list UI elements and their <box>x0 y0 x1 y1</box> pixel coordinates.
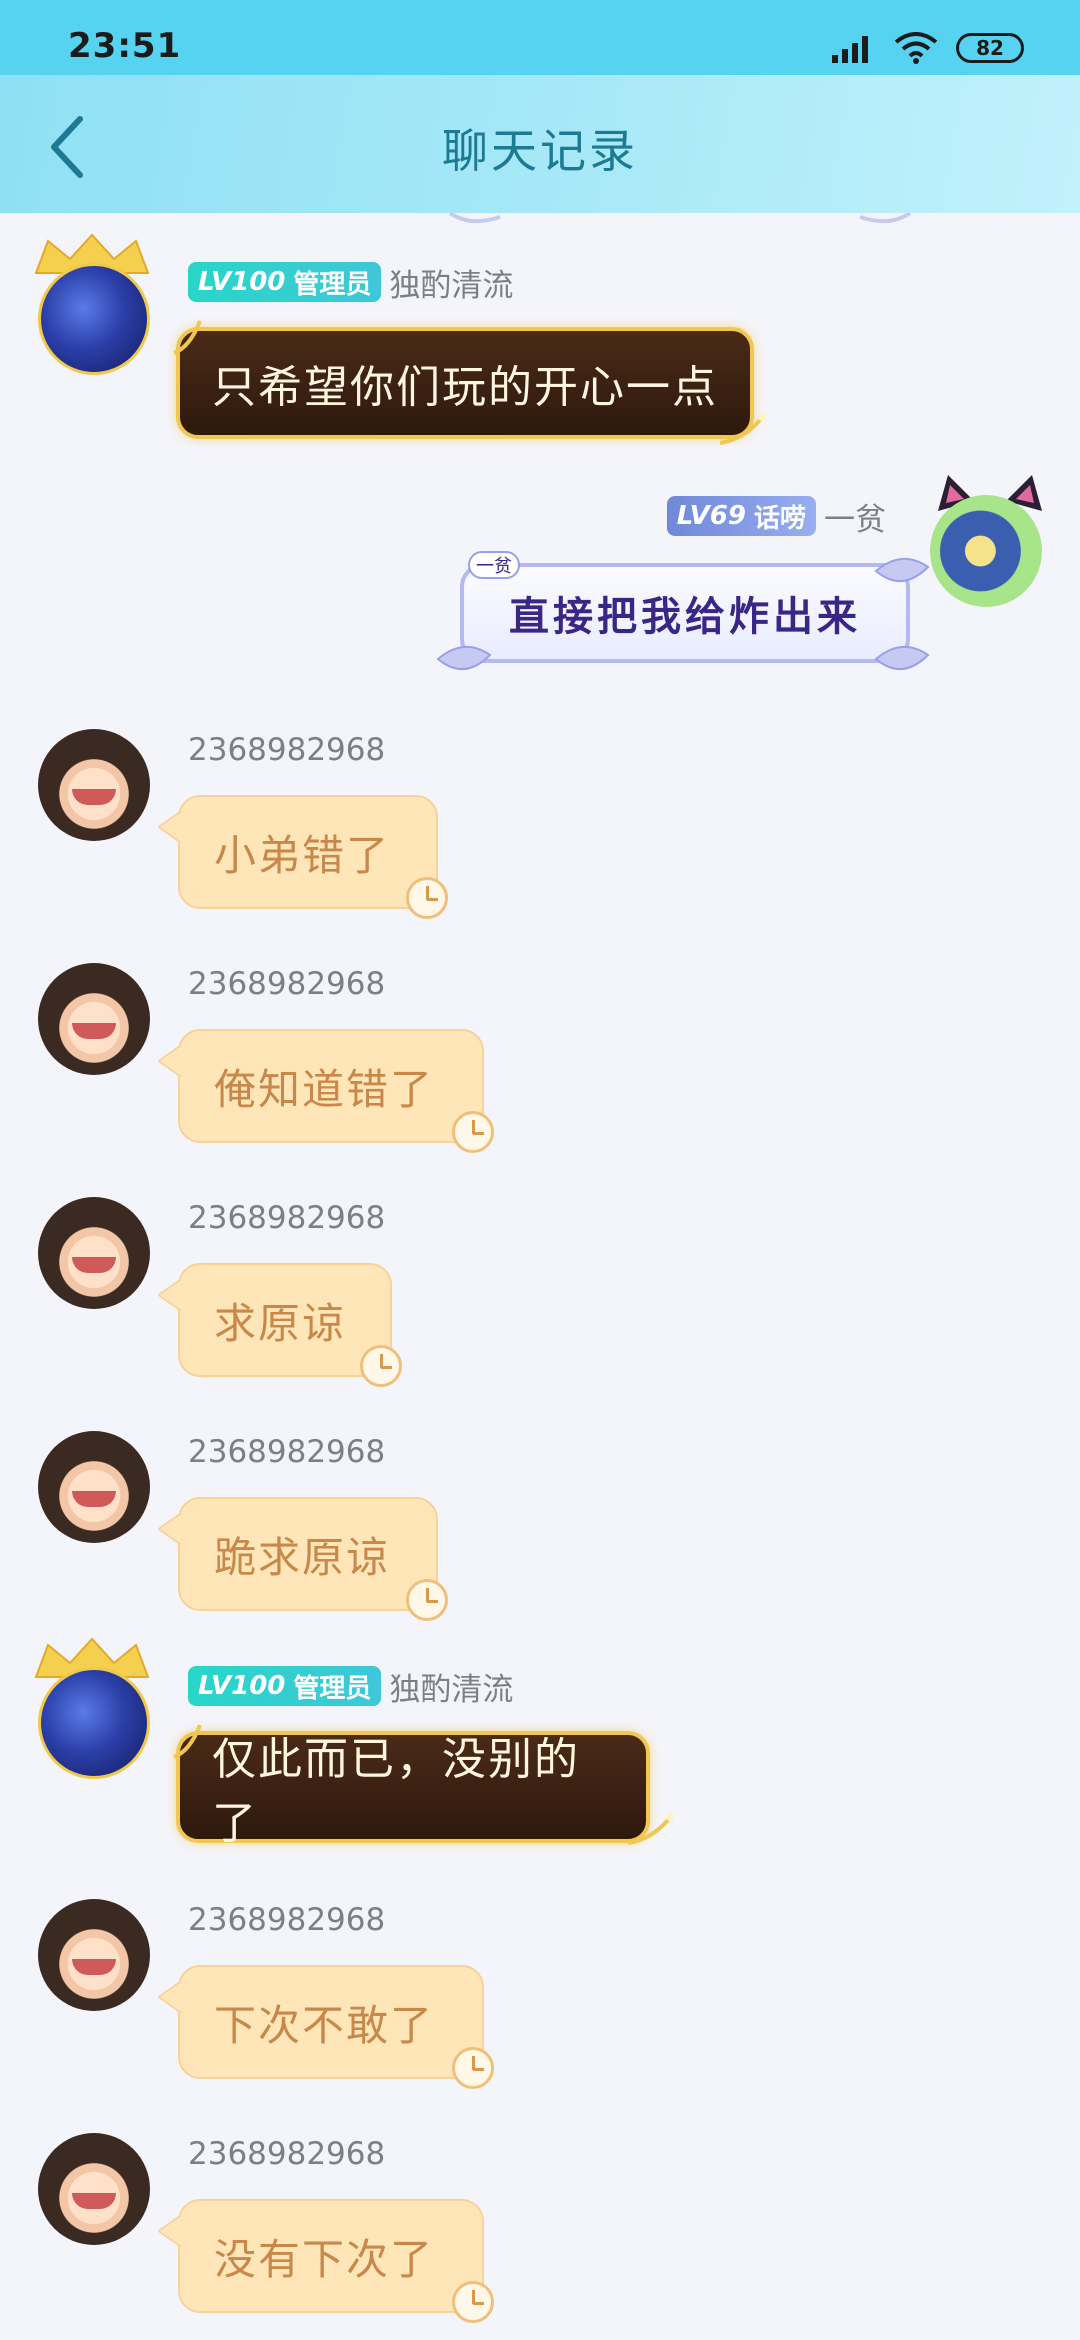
sender-row: 2368982968 <box>188 2133 385 2175</box>
role-label: 话唠 <box>753 503 806 534</box>
sender-row: 2368982968 <box>188 963 385 1005</box>
clock-icon <box>406 1579 448 1621</box>
sender-name[interactable]: 2368982968 <box>188 1200 385 1236</box>
avatar[interactable] <box>38 1431 150 1543</box>
sender-name[interactable]: 一贫 <box>824 494 886 539</box>
role-label: 管理员 <box>293 269 372 300</box>
sender-row: 2368982968 <box>188 1197 385 1239</box>
message-bubble[interactable]: 只希望你们玩的开心一点 <box>176 327 754 439</box>
avatar[interactable] <box>38 1899 150 2011</box>
status-time: 23:51 <box>68 26 182 66</box>
header-bar: 聊天记录 <box>0 75 1080 213</box>
bubble-tag: 一贫 <box>468 551 520 579</box>
sender-name[interactable]: 2368982968 <box>188 2136 385 2172</box>
clock-icon <box>452 2281 494 2323</box>
sender-row: LV100 管理员 独酌清流 <box>188 260 513 305</box>
sparkle-icon <box>173 1724 202 1759</box>
status-icons: 82 <box>830 30 1024 66</box>
message-text: 跪求原谅 <box>214 1532 391 1582</box>
sender-name[interactable]: 2368982968 <box>188 1434 385 1470</box>
sender-name[interactable]: 独酌清流 <box>389 1664 513 1709</box>
message-bubble[interactable]: 俺知道错了 <box>178 1029 484 1143</box>
sender-row: 2368982968 <box>188 1431 385 1473</box>
leaf-decoration-icon <box>874 558 930 583</box>
clock-icon <box>452 2047 494 2089</box>
message-bubble[interactable]: 仅此而已，没别的了 <box>176 1731 650 1849</box>
bubble-decoration <box>448 213 912 224</box>
avatar[interactable] <box>38 729 150 841</box>
message-text: 只希望你们玩的开心一点 <box>212 362 718 413</box>
avatar[interactable] <box>38 1197 150 1309</box>
avatar[interactable] <box>38 263 150 375</box>
avatar[interactable] <box>930 495 1042 607</box>
message-bubble[interactable]: 小弟错了 <box>178 795 438 909</box>
level-value: LV100 <box>198 1671 286 1701</box>
message-text: 没有下次了 <box>214 2234 435 2284</box>
status-bar: 23:51 82 <box>0 0 1080 75</box>
clock-icon <box>406 877 448 919</box>
message-text: 直接把我给炸出来 <box>509 594 861 640</box>
battery-indicator: 82 <box>956 33 1024 63</box>
clock-icon <box>360 1345 402 1387</box>
message-text: 俺知道错了 <box>214 1064 435 1114</box>
message-text: 下次不敢了 <box>214 2000 435 2050</box>
role-label: 管理员 <box>293 1673 372 1704</box>
battery-level: 82 <box>976 36 1004 60</box>
avatar[interactable] <box>38 1667 150 1779</box>
level-value: LV100 <box>198 267 286 297</box>
level-value: LV69 <box>676 501 746 531</box>
clock-icon <box>452 1111 494 1153</box>
sparkle-icon <box>719 413 766 445</box>
sender-name[interactable]: 独酌清流 <box>389 260 513 305</box>
sender-row: 2368982968 <box>188 729 385 771</box>
message-bubble[interactable]: 下次不敢了 <box>178 1965 484 2079</box>
message-text: 小弟错了 <box>214 830 391 880</box>
message-bubble[interactable]: 没有下次了 <box>178 2199 484 2313</box>
message-text: 仅此而已，没别的了 <box>212 1734 580 1849</box>
sender-row: LV100 管理员 独酌清流 <box>188 1664 513 1709</box>
message-text: 求原谅 <box>214 1298 347 1348</box>
sender-name[interactable]: 2368982968 <box>188 966 385 1002</box>
wifi-icon <box>894 32 938 64</box>
level-badge: LV100 管理员 <box>188 262 382 302</box>
sparkle-icon <box>627 1813 674 1845</box>
message-bubble[interactable]: 一贫 直接把我给炸出来 <box>460 551 910 663</box>
level-badge: LV100 管理员 <box>188 1666 382 1706</box>
level-badge: LV69 话唠 <box>666 496 816 536</box>
message-bubble[interactable]: 跪求原谅 <box>178 1497 438 1611</box>
page-title: 聊天记录 <box>442 124 638 178</box>
signal-icon <box>832 36 868 63</box>
chat-history[interactable]: LV100 管理员 独酌清流 只希望你们玩的开心一点 LV69 话唠 一贫 一贫 直… <box>0 213 1080 2340</box>
sender-name[interactable]: 2368982968 <box>188 732 385 768</box>
leaf-decoration-icon <box>436 646 492 671</box>
sender-name[interactable]: 2368982968 <box>188 1902 385 1938</box>
sender-row: LV69 话唠 一贫 <box>666 494 886 539</box>
leaf-decoration-icon <box>874 646 930 671</box>
avatar[interactable] <box>38 963 150 1075</box>
sender-row: 2368982968 <box>188 1899 385 1941</box>
avatar[interactable] <box>38 2133 150 2245</box>
sparkle-icon <box>173 320 202 355</box>
